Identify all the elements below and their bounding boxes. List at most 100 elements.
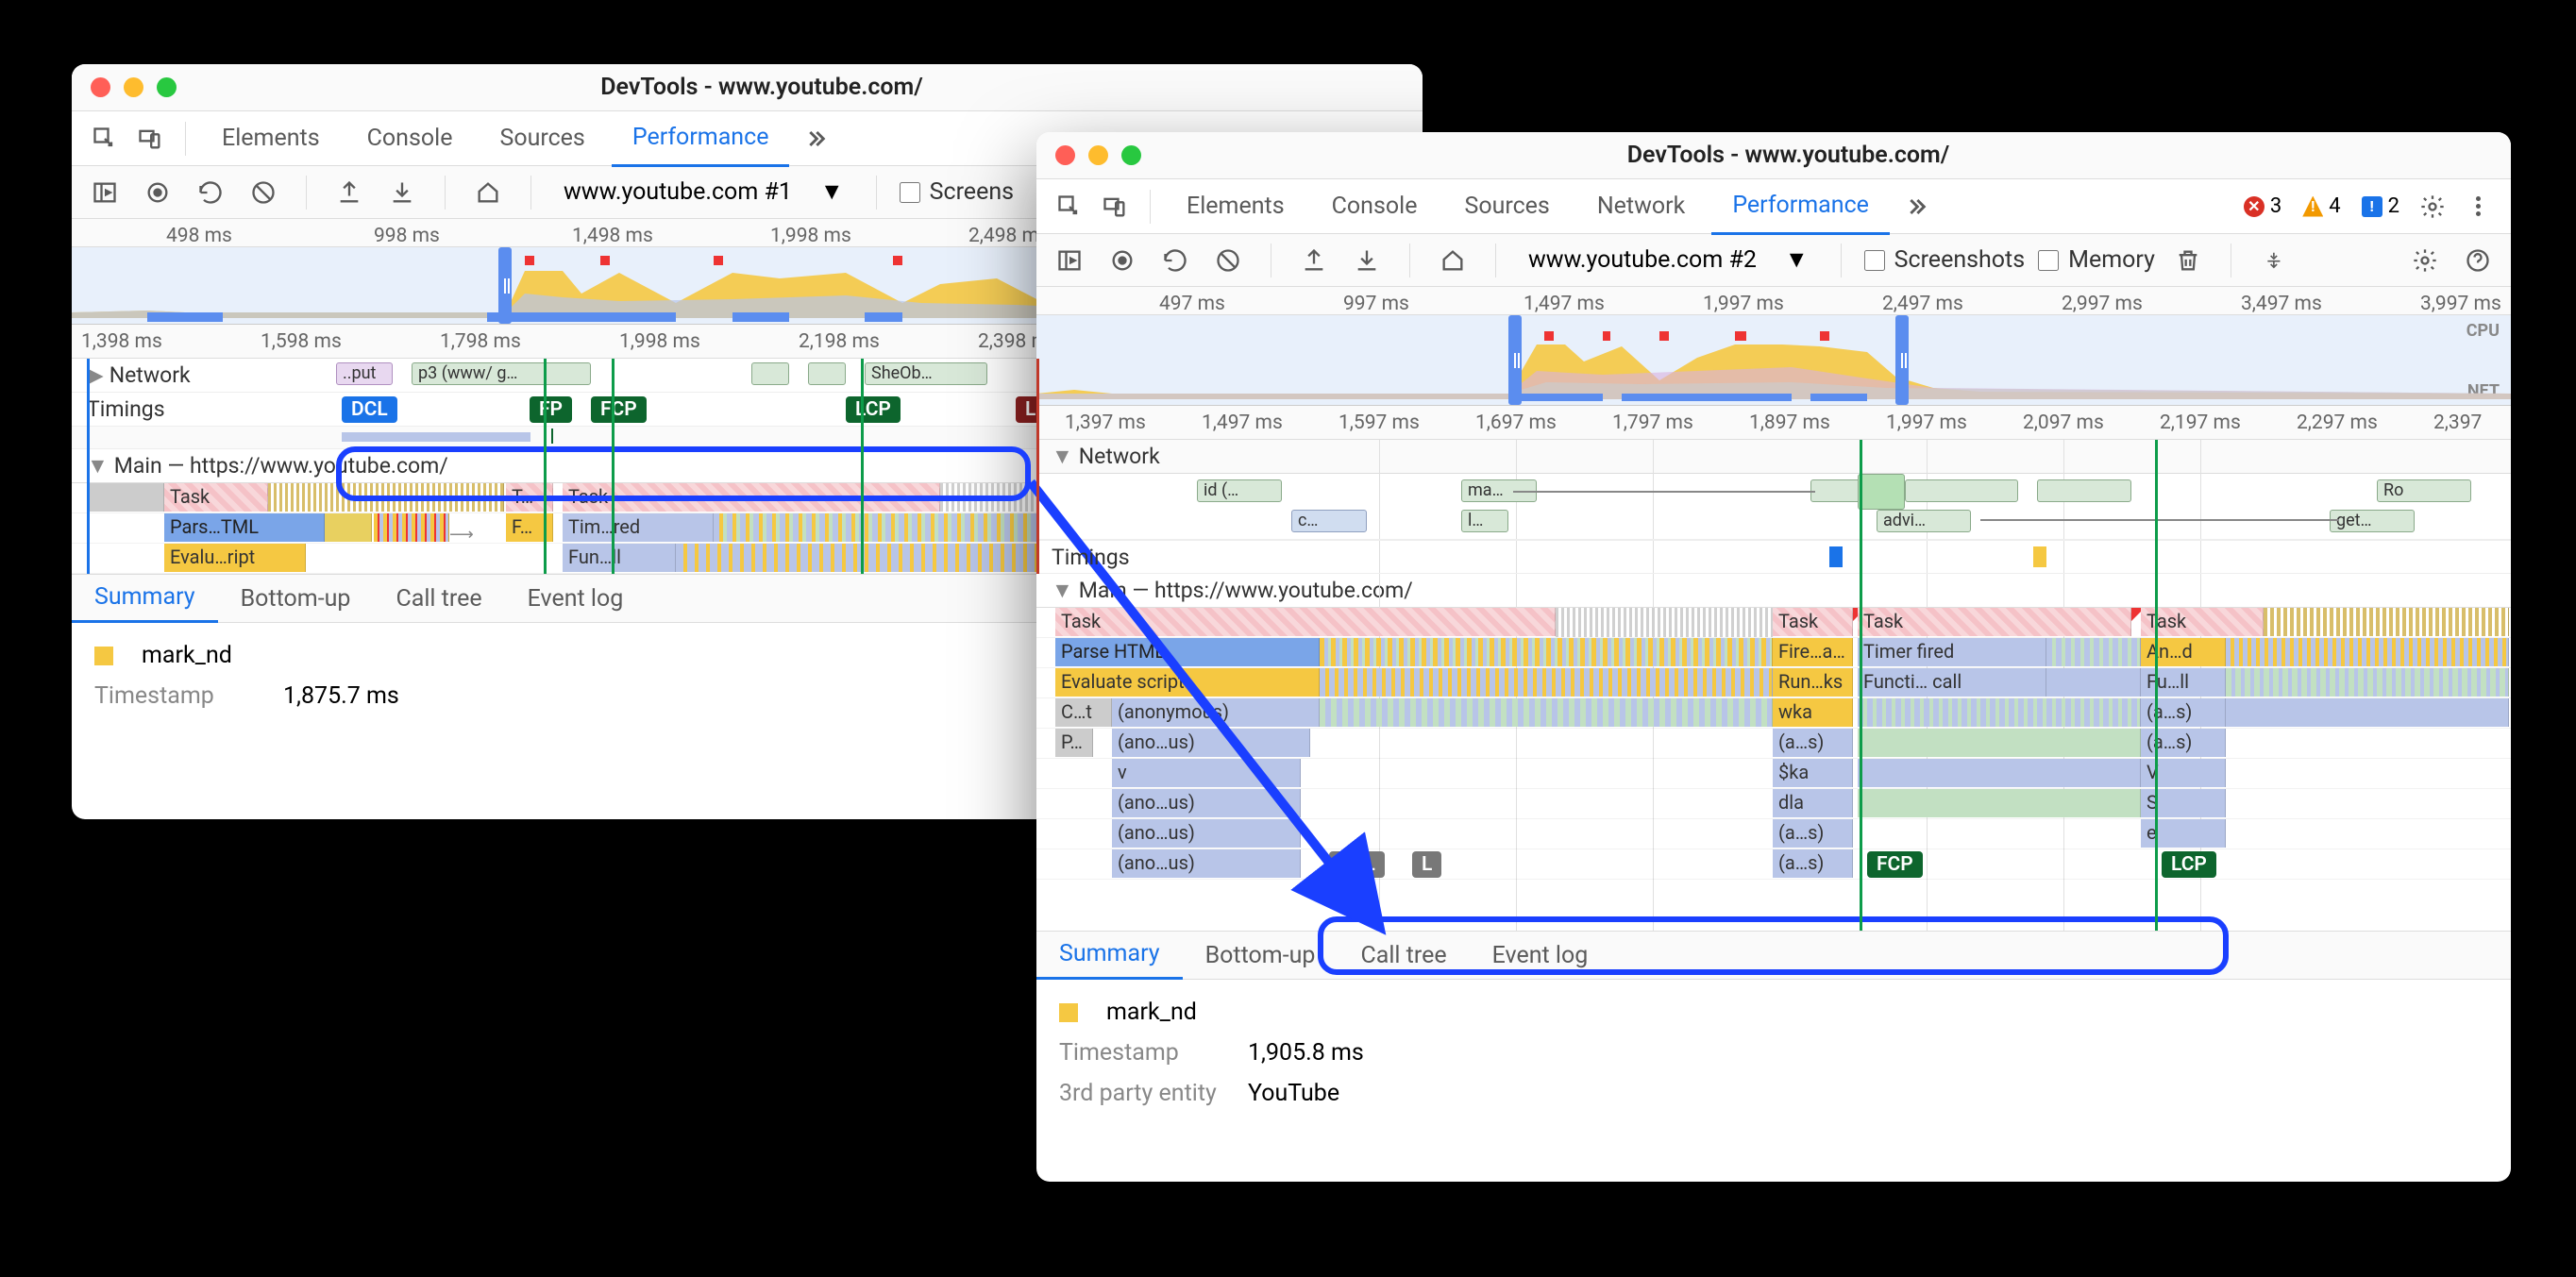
tracks-area[interactable]: ▼Network id (… c… ma… l… advi… Ro get… T… (1036, 440, 2511, 931)
fcp-marker[interactable]: FCP (591, 396, 647, 423)
chevron-down-icon: ▼ (820, 178, 844, 206)
tab-sources[interactable]: Sources (1443, 179, 1570, 233)
more-tabs-icon[interactable] (1895, 187, 1935, 227)
panel-settings-icon[interactable] (2405, 241, 2445, 280)
tab-bottomup[interactable]: Bottom-up (218, 576, 374, 622)
issue-count[interactable]: !2 (2354, 193, 2407, 220)
timestamp-value: 1,905.8 ms (1248, 1039, 1364, 1067)
tab-sources[interactable]: Sources (479, 111, 605, 165)
overview-handle-left[interactable] (498, 247, 512, 324)
device-icon[interactable] (1095, 187, 1135, 227)
memory-checkbox[interactable]: Memory (2038, 246, 2155, 274)
sidebar-toggle-icon[interactable] (1050, 241, 1089, 280)
device-icon[interactable] (130, 119, 170, 159)
tab-network[interactable]: Network (1576, 179, 1706, 233)
fcp-marker[interactable]: FCP (1867, 851, 1923, 878)
tab-summary[interactable]: Summary (1036, 931, 1183, 980)
menu-icon[interactable] (2458, 187, 2498, 227)
tab-bottomup[interactable]: Bottom-up (1183, 933, 1339, 979)
clear-icon[interactable] (244, 173, 283, 212)
home-icon[interactable] (1433, 241, 1473, 280)
traffic-lights (91, 77, 177, 97)
third-party-value: YouTube (1248, 1080, 1339, 1107)
network-track-header: ▼Network (1036, 440, 2511, 474)
lcp-marker[interactable]: LCP (846, 396, 901, 423)
recording-name: www.youtube.com #1 (564, 178, 792, 206)
tab-performance[interactable]: Performance (612, 110, 790, 167)
warning-count[interactable]: !4 (2295, 193, 2348, 220)
overview-ruler: 497 ms 997 ms 1,497 ms 1,997 ms 2,497 ms… (1036, 287, 2511, 315)
zoom-icon[interactable] (1121, 145, 1141, 165)
tab-performance[interactable]: Performance (1711, 178, 1890, 235)
recording-selector[interactable]: www.youtube.com #1 ▼ (554, 175, 853, 210)
shortcuts-icon[interactable] (2254, 241, 2294, 280)
tab-console[interactable]: Console (1311, 179, 1439, 233)
traffic-lights (1055, 145, 1141, 165)
timestamp-value: 1,875.7 ms (283, 682, 399, 710)
error-count[interactable]: ✕3 (2236, 193, 2289, 220)
window-title: DevTools - www.youtube.com/ (177, 74, 1347, 101)
sidebar-toggle-icon[interactable] (85, 173, 125, 212)
overview-handle-right[interactable] (1895, 315, 1909, 405)
title-bar: DevTools - www.youtube.com/ (72, 64, 1423, 111)
upload-icon[interactable] (329, 173, 369, 212)
color-swatch (1059, 1003, 1078, 1022)
summary-panel: mark_nd Timestamp1,905.8 ms 3rd party en… (1036, 980, 2511, 1139)
main-toolbar: Elements Console Sources Network Perform… (1036, 179, 2511, 234)
tab-calltree[interactable]: Call tree (373, 576, 504, 622)
settings-icon[interactable] (2413, 187, 2452, 227)
tab-eventlog[interactable]: Event log (505, 576, 647, 622)
close-icon[interactable] (91, 77, 110, 97)
mark-name: mark_nd (1106, 999, 1197, 1026)
tab-console[interactable]: Console (346, 111, 474, 165)
cpu-overview[interactable]: CPU NET (1036, 315, 2511, 406)
download-icon[interactable] (1347, 241, 1387, 280)
minimize-icon[interactable] (1088, 145, 1108, 165)
chevron-down-icon: ▼ (1785, 246, 1809, 274)
dcl-marker[interactable]: DCL (1329, 851, 1385, 878)
tab-eventlog[interactable]: Event log (1470, 933, 1611, 979)
home-icon[interactable] (468, 173, 508, 212)
lcp-marker[interactable]: LCP (2162, 851, 2216, 878)
screenshots-checkbox[interactable]: Screens (900, 178, 1014, 206)
inspect-icon[interactable] (85, 119, 125, 159)
bottom-tabs: Summary Bottom-up Call tree Event log (1036, 931, 2511, 980)
collapse-icon[interactable]: ▼ (1052, 578, 1073, 603)
tab-elements[interactable]: Elements (201, 111, 341, 165)
zoom-icon[interactable] (157, 77, 177, 97)
upload-icon[interactable] (1294, 241, 1334, 280)
record-icon[interactable] (138, 173, 177, 212)
timings-track: Timings (1036, 540, 2511, 574)
download-icon[interactable] (382, 173, 422, 212)
reload-icon[interactable] (191, 173, 230, 212)
recording-name: www.youtube.com #2 (1528, 246, 1757, 274)
recording-selector[interactable]: www.youtube.com #2 ▼ (1519, 243, 1818, 277)
tab-summary[interactable]: Summary (72, 574, 218, 623)
overview-handle-left[interactable] (1508, 315, 1522, 405)
more-tabs-icon[interactable] (795, 119, 834, 159)
network-lane[interactable]: id (… c… ma… l… advi… Ro get… (1036, 474, 2511, 540)
reload-icon[interactable] (1155, 241, 1195, 280)
dcl-marker[interactable]: DCL (342, 396, 397, 423)
title-bar: DevTools - www.youtube.com/ (1036, 132, 2511, 179)
performance-toolbar: www.youtube.com #2 ▼ Screenshots Memory (1036, 234, 2511, 287)
main-track-header: ▼Main — https://www.youtube.com/ (1036, 574, 2511, 608)
screenshots-checkbox[interactable]: Screenshots (1864, 246, 2026, 274)
window-title: DevTools - www.youtube.com/ (1141, 142, 2435, 169)
clear-icon[interactable] (1208, 241, 1248, 280)
fp-marker[interactable]: FP (530, 396, 572, 423)
close-icon[interactable] (1055, 145, 1075, 165)
collapse-icon[interactable]: ▼ (1052, 444, 1073, 469)
collapse-icon[interactable]: ▼ (87, 453, 109, 479)
detail-ruler: 1,397 ms 1,497 ms 1,597 ms 1,697 ms 1,79… (1036, 406, 2511, 440)
tab-calltree[interactable]: Call tree (1338, 933, 1469, 979)
minimize-icon[interactable] (124, 77, 143, 97)
l-marker[interactable]: L (1412, 851, 1441, 878)
trash-icon[interactable] (2168, 241, 2208, 280)
devtools-window-2: DevTools - www.youtube.com/ Elements Con… (1036, 132, 2511, 1182)
record-icon[interactable] (1103, 241, 1142, 280)
inspect-icon[interactable] (1050, 187, 1089, 227)
tab-elements[interactable]: Elements (1166, 179, 1305, 233)
mark-name: mark_nd (142, 642, 232, 669)
help-icon[interactable] (2458, 241, 2498, 280)
